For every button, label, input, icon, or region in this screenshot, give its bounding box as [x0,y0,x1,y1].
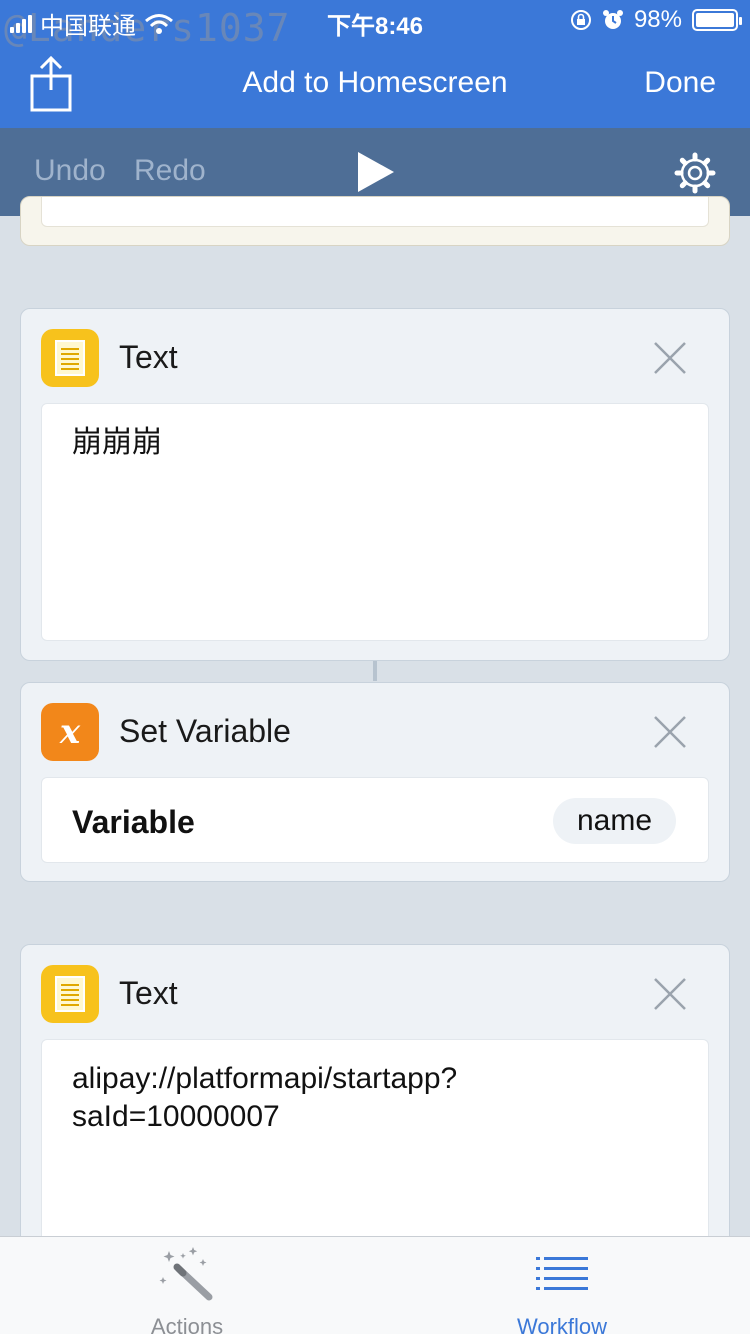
variable-x-icon: x [59,712,81,752]
redo-button[interactable]: Redo [134,154,206,188]
document-icon [55,976,85,1012]
nav-bar: Add to Homescreen Done [0,40,750,128]
text-line: alipay://platformapi/startapp? [72,1062,458,1095]
battery-icon [692,9,742,31]
text-content: 崩崩崩 [72,426,162,459]
text-action-card[interactable]: Text 崩崩崩 [20,308,730,661]
variable-name-field[interactable]: name [552,798,676,844]
previous-card-inner [41,197,709,227]
variable-action-icon: x [41,703,99,761]
top-bar: @Landers1037 中国联通 下午8:46 98% Add to Home… [0,0,750,128]
action-connector [373,661,377,681]
previous-action-card [20,196,730,246]
tab-actions[interactable]: Actions [87,1245,287,1334]
variable-label: Variable [72,804,195,840]
close-icon[interactable] [653,715,687,749]
text-action-card-2[interactable]: Text alipay://platformapi/startapp? saId… [20,944,730,1279]
battery-percent: 98% [633,6,682,33]
tab-workflow[interactable]: Workflow [462,1245,662,1334]
text-content: alipay://platformapi/startapp? saId=1000… [72,1060,457,1136]
text-line: saId=10000007 [72,1100,280,1133]
text-action-icon [41,329,99,387]
status-bar: @Landers1037 中国联通 下午8:46 98% [0,0,750,50]
status-right: 98% [570,6,742,34]
gear-icon[interactable] [674,152,716,194]
play-icon[interactable] [356,150,396,194]
undo-button[interactable]: Undo [34,154,106,188]
magic-wand-icon [159,1247,213,1301]
rotation-lock-icon [570,10,591,30]
close-icon[interactable] [653,977,687,1011]
variable-row: Variable name [41,777,709,863]
tab-actions-label: Actions [150,1314,224,1334]
list-icon [536,1257,588,1290]
tab-workflow-label: Workflow [516,1314,608,1334]
close-icon[interactable] [653,341,687,375]
document-icon [55,340,85,376]
text-input-area[interactable]: 崩崩崩 [41,403,709,641]
text-action-icon [41,965,99,1023]
done-button[interactable]: Done [644,66,716,100]
card-title: Set Variable [119,713,291,749]
card-title: Text [119,339,178,375]
set-variable-card[interactable]: x Set Variable Variable name [20,682,730,882]
nav-title: Add to Homescreen [242,66,508,99]
alarm-icon [602,10,623,29]
tab-bar: Actions Workflow [0,1236,750,1334]
card-title: Text [119,975,178,1011]
